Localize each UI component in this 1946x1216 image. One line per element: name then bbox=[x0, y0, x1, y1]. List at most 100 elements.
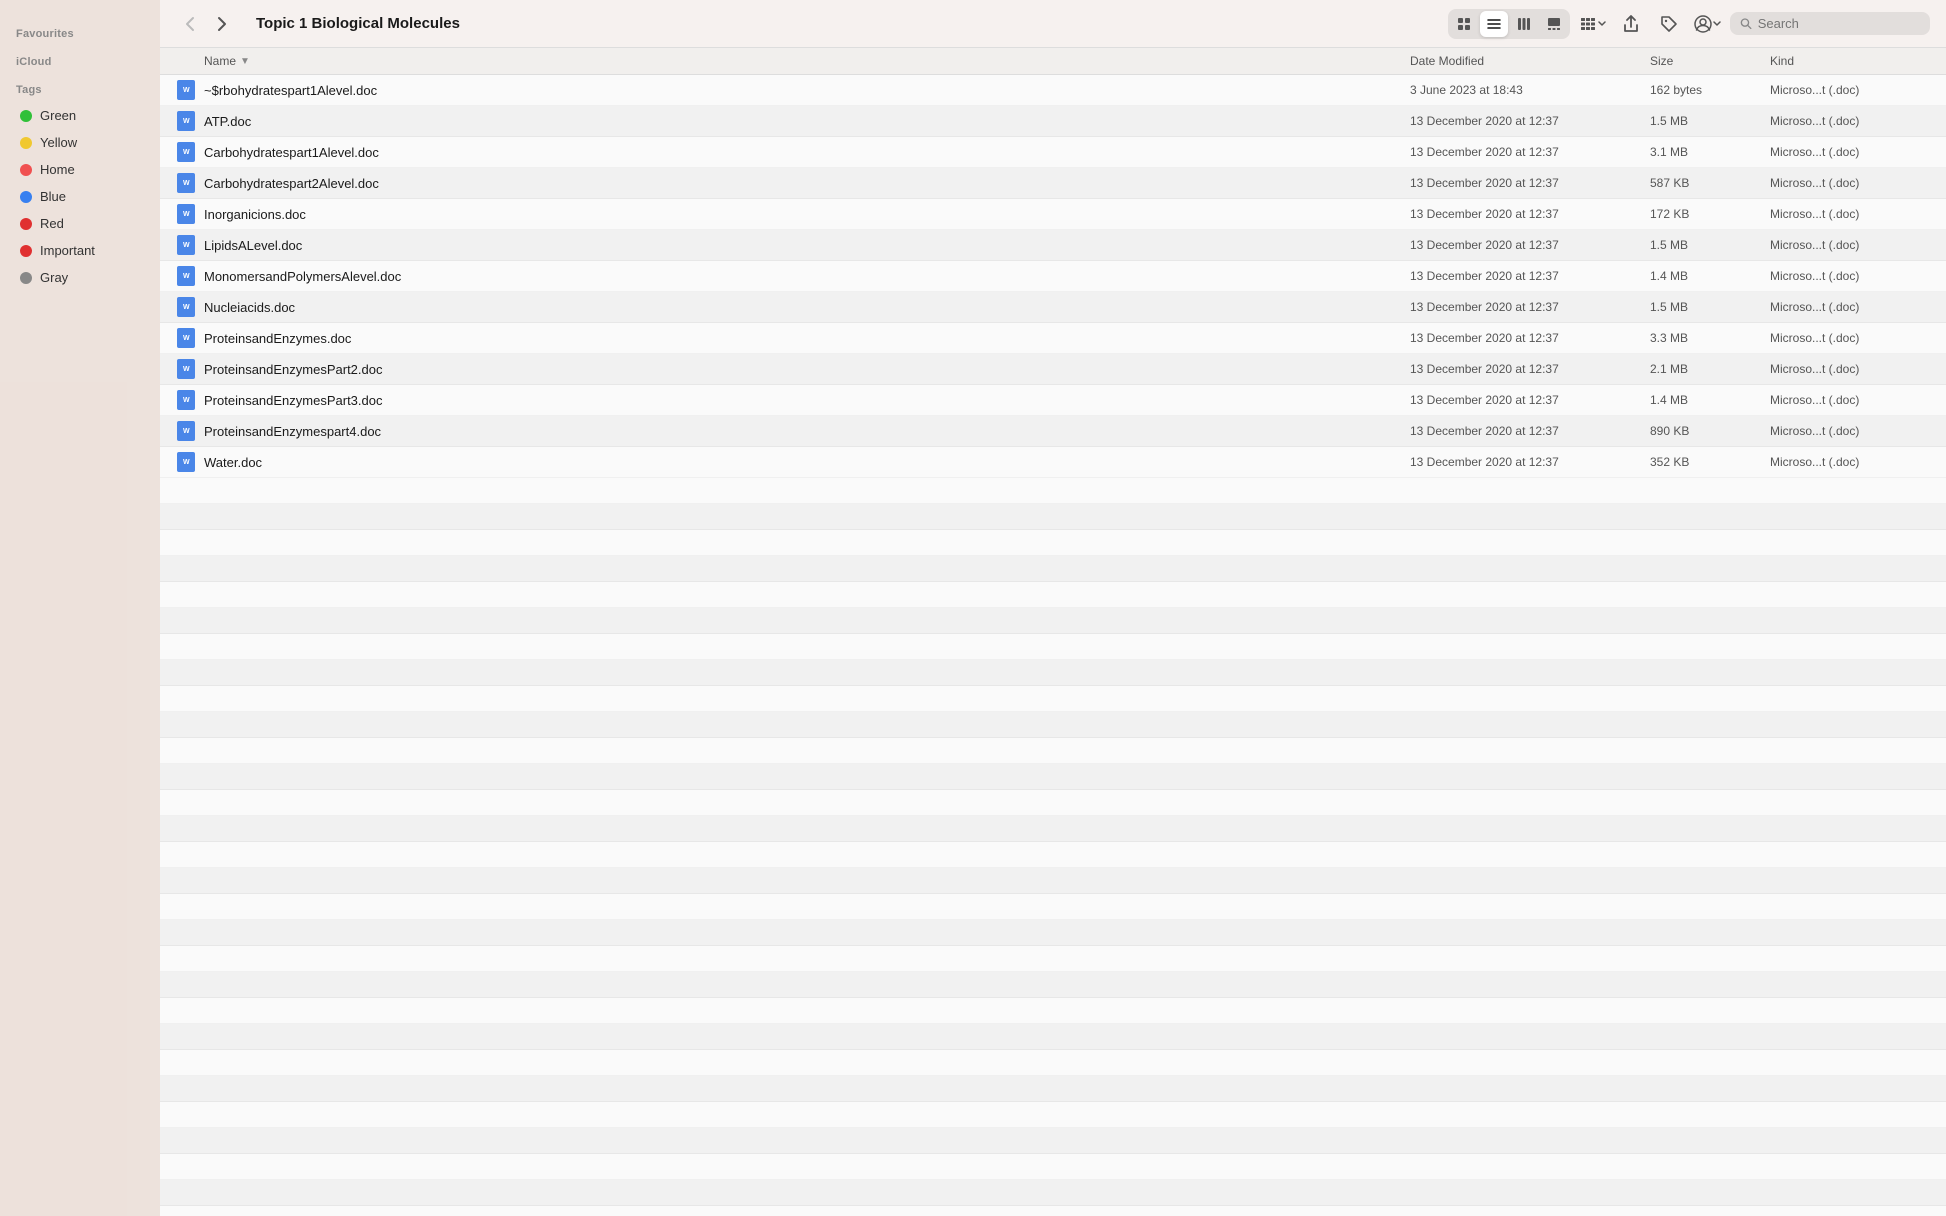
file-size: 890 KB bbox=[1650, 424, 1770, 438]
file-name: Carbohydratespart2Alevel.doc bbox=[204, 176, 1410, 191]
file-size: 1.5 MB bbox=[1650, 300, 1770, 314]
important-dot bbox=[20, 245, 32, 257]
file-size: 1.5 MB bbox=[1650, 238, 1770, 252]
sidebar-item-label-yellow: Yellow bbox=[40, 135, 77, 150]
file-kind: Microsо...t (.doc) bbox=[1770, 238, 1930, 252]
folder-title: Topic 1 Biological Molecules bbox=[256, 15, 460, 32]
search-input[interactable] bbox=[1758, 16, 1920, 31]
file-kind: Microsо...t (.doc) bbox=[1770, 331, 1930, 345]
tag-button[interactable] bbox=[1654, 10, 1684, 38]
file-icon: W bbox=[176, 452, 196, 472]
yellow-dot bbox=[20, 137, 32, 149]
sidebar-item-label-home: Home bbox=[40, 162, 75, 177]
file-icon: W bbox=[176, 297, 196, 317]
file-icon: W bbox=[176, 266, 196, 286]
table-row[interactable]: W LipidsALevel.doc 13 December 2020 at 1… bbox=[160, 230, 1946, 261]
blue-dot bbox=[20, 191, 32, 203]
grid-view-icon bbox=[1457, 17, 1471, 31]
table-row[interactable]: W ProteinsandEnzymesPart3.doc 13 Decembe… bbox=[160, 385, 1946, 416]
green-dot bbox=[20, 110, 32, 122]
table-row[interactable]: W Carbohydratespart1Alevel.doc 13 Decemb… bbox=[160, 137, 1946, 168]
favourites-section-label: Favourites bbox=[0, 20, 160, 44]
list-view-icon bbox=[1487, 17, 1501, 31]
sidebar-item-home[interactable]: Home bbox=[4, 158, 156, 181]
tags-section-label: Tags bbox=[0, 76, 160, 100]
red-dot bbox=[20, 218, 32, 230]
file-name: ProteinsandEnzymesPart3.doc bbox=[204, 393, 1410, 408]
file-icon: W bbox=[176, 235, 196, 255]
file-name: ATP.doc bbox=[204, 114, 1410, 129]
file-name: Inorganicions.doc bbox=[204, 207, 1410, 222]
table-row[interactable]: W Carbohydratespart2Alevel.doc 13 Decemb… bbox=[160, 168, 1946, 199]
file-kind: Microsо...t (.doc) bbox=[1770, 145, 1930, 159]
file-size: 162 bytes bbox=[1650, 83, 1770, 97]
view-controls bbox=[1448, 9, 1570, 39]
table-row[interactable]: W MonomersandPolymersAlevel.doc 13 Decem… bbox=[160, 261, 1946, 292]
file-date: 3 June 2023 at 18:43 bbox=[1410, 83, 1650, 97]
file-icon: W bbox=[176, 359, 196, 379]
file-name: ProteinsandEnzymespart4.doc bbox=[204, 424, 1410, 439]
file-name: ProteinsandEnzymes.doc bbox=[204, 331, 1410, 346]
empty-row bbox=[160, 1206, 1946, 1216]
empty-rows bbox=[160, 478, 1946, 1216]
empty-row bbox=[160, 972, 1946, 998]
search-icon bbox=[1740, 17, 1752, 30]
file-size: 1.4 MB bbox=[1650, 393, 1770, 407]
tag-icon bbox=[1660, 15, 1678, 33]
file-list: Name ▼ Date Modified Size Kind W ~$rbohy… bbox=[160, 48, 1946, 1216]
empty-row bbox=[160, 478, 1946, 504]
file-name: LipidsALevel.doc bbox=[204, 238, 1410, 253]
gallery-view-button[interactable] bbox=[1540, 11, 1568, 37]
file-kind: Microsо...t (.doc) bbox=[1770, 300, 1930, 314]
file-size: 1.4 MB bbox=[1650, 269, 1770, 283]
table-row[interactable]: W ATP.doc 13 December 2020 at 12:37 1.5 … bbox=[160, 106, 1946, 137]
column-header-name[interactable]: Name ▼ bbox=[204, 54, 1410, 68]
sidebar-item-blue[interactable]: Blue bbox=[4, 185, 156, 208]
back-icon bbox=[185, 16, 195, 32]
sidebar-item-gray[interactable]: Gray bbox=[4, 266, 156, 289]
search-box[interactable] bbox=[1730, 12, 1930, 35]
empty-row bbox=[160, 1128, 1946, 1154]
table-row[interactable]: W Water.doc 13 December 2020 at 12:37 35… bbox=[160, 447, 1946, 478]
file-date: 13 December 2020 at 12:37 bbox=[1410, 362, 1650, 376]
column-header-date[interactable]: Date Modified bbox=[1410, 54, 1650, 68]
group-by-button[interactable] bbox=[1578, 10, 1608, 38]
forward-button[interactable] bbox=[208, 10, 236, 38]
back-button[interactable] bbox=[176, 10, 204, 38]
file-size: 172 KB bbox=[1650, 207, 1770, 221]
table-row[interactable]: W ProteinsandEnzymes.doc 13 December 202… bbox=[160, 323, 1946, 354]
file-name: MonomersandPolymersAlevel.doc bbox=[204, 269, 1410, 284]
user-button[interactable] bbox=[1692, 10, 1722, 38]
share-button[interactable] bbox=[1616, 10, 1646, 38]
column-header-size[interactable]: Size bbox=[1650, 54, 1770, 68]
file-kind: Microsо...t (.doc) bbox=[1770, 455, 1930, 469]
icon-view-button[interactable] bbox=[1450, 11, 1478, 37]
empty-row bbox=[160, 946, 1946, 972]
sidebar-item-yellow[interactable]: Yellow bbox=[4, 131, 156, 154]
empty-row bbox=[160, 790, 1946, 816]
sidebar-item-label-blue: Blue bbox=[40, 189, 66, 204]
group-by-chevron-icon bbox=[1598, 21, 1606, 27]
table-row[interactable]: W Nucleiacids.doc 13 December 2020 at 12… bbox=[160, 292, 1946, 323]
file-list-header: Name ▼ Date Modified Size Kind bbox=[160, 48, 1946, 75]
file-name: ProteinsandEnzymesPart2.doc bbox=[204, 362, 1410, 377]
sidebar-item-green[interactable]: Green bbox=[4, 104, 156, 127]
file-date: 13 December 2020 at 12:37 bbox=[1410, 424, 1650, 438]
sidebar-item-important[interactable]: Important bbox=[4, 239, 156, 262]
file-date: 13 December 2020 at 12:37 bbox=[1410, 455, 1650, 469]
table-row[interactable]: W ProteinsandEnzymespart4.doc 13 Decembe… bbox=[160, 416, 1946, 447]
list-view-button[interactable] bbox=[1480, 11, 1508, 37]
file-size: 3.3 MB bbox=[1650, 331, 1770, 345]
empty-row bbox=[160, 608, 1946, 634]
sidebar-item-red[interactable]: Red bbox=[4, 212, 156, 235]
file-kind: Microsо...t (.doc) bbox=[1770, 269, 1930, 283]
table-row[interactable]: W ~$rbohydratespart1Alevel.doc 3 June 20… bbox=[160, 75, 1946, 106]
column-header-kind[interactable]: Kind bbox=[1770, 54, 1930, 68]
table-row[interactable]: W ProteinsandEnzymesPart2.doc 13 Decembe… bbox=[160, 354, 1946, 385]
file-kind: Microsо...t (.doc) bbox=[1770, 362, 1930, 376]
file-date: 13 December 2020 at 12:37 bbox=[1410, 207, 1650, 221]
table-row[interactable]: W Inorganicions.doc 13 December 2020 at … bbox=[160, 199, 1946, 230]
empty-row bbox=[160, 582, 1946, 608]
file-size: 587 KB bbox=[1650, 176, 1770, 190]
column-view-button[interactable] bbox=[1510, 11, 1538, 37]
